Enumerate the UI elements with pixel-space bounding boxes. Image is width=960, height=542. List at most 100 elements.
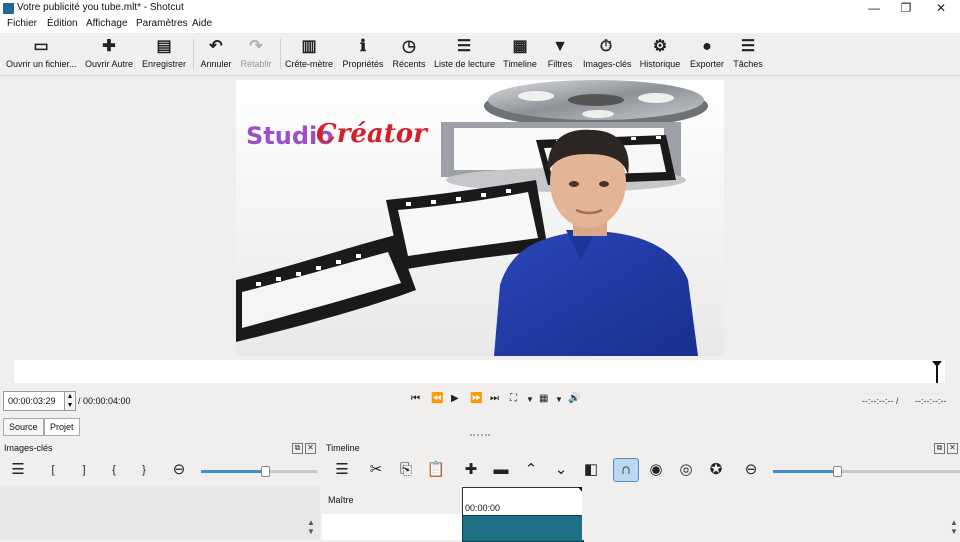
copy-icon[interactable]: ⎘ xyxy=(396,459,416,481)
float-panel-icon[interactable]: ⧉ xyxy=(292,443,303,454)
redo-button[interactable]: ↷ Rétablir xyxy=(239,37,273,69)
filter-funnel-icon: ▼ xyxy=(552,38,568,55)
playlist-icon: ☰ xyxy=(456,38,472,55)
grid-dropdown-icon[interactable]: ▼ xyxy=(555,395,563,404)
track-header xyxy=(322,514,462,540)
timeline-menu-icon[interactable]: ☰ xyxy=(332,459,352,481)
menu-affichage[interactable]: Affichage xyxy=(86,18,128,29)
peak-meter-button[interactable]: ▥ Crête-mètre xyxy=(285,37,333,69)
ripple-all-tracks-icon[interactable]: ✪ xyxy=(706,459,726,481)
recent-clock-icon: ◷ xyxy=(402,38,416,55)
preview-frame-image: Studio Créator xyxy=(236,80,724,356)
snap-magnet-icon[interactable]: ∩ xyxy=(613,458,639,482)
keyframes-panel-title: Images-clés xyxy=(4,443,53,453)
track-name-label: Maître xyxy=(328,495,354,505)
timeline-zoom-slider-handle[interactable] xyxy=(833,466,842,477)
vertical-scrollbar-arrows[interactable]: ▲ ▼ xyxy=(307,518,315,536)
keyframes-button[interactable]: ⏱ Images-clés xyxy=(583,37,632,69)
jobs-button[interactable]: ☰ Tâches xyxy=(733,37,763,69)
timeline-ruler[interactable]: 00:00:00 xyxy=(462,487,584,516)
scrubber-bar[interactable] xyxy=(14,360,945,383)
peak-meter-icon: ▥ xyxy=(301,38,317,55)
tab-source[interactable]: Source xyxy=(3,418,44,436)
skip-to-start-button[interactable]: ⏮ xyxy=(411,393,420,404)
jobs-database-icon: ☰ xyxy=(740,38,756,55)
menu-bar: Fichier Édition Affichage Paramètres Aid… xyxy=(0,17,960,33)
export-disc-icon: ● xyxy=(702,38,712,55)
close-panel-icon[interactable]: ✕ xyxy=(305,443,316,454)
set-filter-out-button[interactable]: } xyxy=(137,459,151,481)
menu-parametres[interactable]: Paramètres xyxy=(136,18,188,29)
ruler-time-label: 00:00:00 xyxy=(465,503,501,513)
tab-project[interactable]: Projet xyxy=(44,418,80,436)
menu-edition[interactable]: Édition xyxy=(47,18,78,29)
play-button[interactable]: ▶ xyxy=(451,393,459,404)
skip-to-end-button[interactable]: ⏭ xyxy=(490,393,499,404)
minimize-button[interactable]: — xyxy=(858,0,890,17)
history-icon: ⚙ xyxy=(652,38,668,55)
ripple-icon[interactable]: ◎ xyxy=(676,459,696,481)
zoom-out-icon[interactable]: ⊖ xyxy=(168,459,190,481)
open-file-button[interactable]: ▭ Ouvrir un fichier... xyxy=(6,37,77,69)
timeline-zoom-slider-fill xyxy=(773,470,837,473)
rewind-button[interactable]: ⏪ xyxy=(431,393,443,404)
playhead-marker[interactable] xyxy=(930,360,944,384)
float-panel-icon[interactable]: ⧉ xyxy=(934,443,945,454)
timeline-zoom-slider-track xyxy=(837,470,960,473)
out-point-label: --:--:--:-- xyxy=(915,396,947,406)
remove-icon[interactable]: ▬ xyxy=(491,459,511,481)
menu-fichier[interactable]: Fichier xyxy=(7,18,37,29)
menu-aide[interactable]: Aide xyxy=(192,18,212,29)
master-track-header: Maître xyxy=(322,487,462,513)
close-panel-icon[interactable]: ✕ xyxy=(947,443,958,454)
keyframes-zoom-slider-handle[interactable] xyxy=(261,466,270,477)
video-preview[interactable]: Studio Créator xyxy=(236,80,724,356)
timeline-panel-title: Timeline xyxy=(326,443,360,453)
properties-button[interactable]: ℹ Propriétés xyxy=(342,37,384,69)
paste-icon[interactable]: 📋 xyxy=(426,459,446,481)
history-button[interactable]: ⚙ Historique xyxy=(639,37,681,69)
redo-icon: ↷ xyxy=(249,38,263,55)
timeline-empty-area[interactable] xyxy=(582,487,948,540)
undo-button[interactable]: ↶ Annuler xyxy=(199,37,233,69)
splitter-handle[interactable] xyxy=(470,434,490,436)
overwrite-icon[interactable]: ⌄ xyxy=(551,459,571,481)
main-toolbar: ▭ Ouvrir un fichier... ✚ Ouvrir Autre ▤ … xyxy=(0,33,960,76)
timecode-spinner[interactable]: ▲ ▼ xyxy=(64,391,76,411)
export-button[interactable]: ● Exporter xyxy=(690,37,724,69)
duration-label: / 00:00:04:00 xyxy=(78,396,131,406)
fast-forward-button[interactable]: ⏩ xyxy=(470,393,482,404)
set-filter-in-button[interactable]: { xyxy=(107,459,121,481)
toolbar-separator xyxy=(193,39,194,69)
window-title: Votre publicité you tube.mlt* - Shotcut xyxy=(17,2,184,13)
volume-icon[interactable]: 🔊 xyxy=(568,393,580,404)
video-clip[interactable] xyxy=(462,515,584,542)
keyframes-menu-button[interactable]: ☰ xyxy=(8,459,28,481)
timeline-icon: ▦ xyxy=(512,38,528,55)
split-icon[interactable]: ◧ xyxy=(581,459,601,481)
zoom-fit-button[interactable]: ⛶ xyxy=(510,393,517,404)
open-other-button[interactable]: ✚ Ouvrir Autre xyxy=(84,37,134,69)
set-in-button[interactable]: [ xyxy=(46,459,60,481)
append-icon[interactable]: ✚ xyxy=(461,459,481,481)
recent-button[interactable]: ◷ Récents xyxy=(392,37,426,69)
save-icon: ▤ xyxy=(156,38,172,55)
close-button[interactable]: ✕ xyxy=(925,0,957,17)
keyframes-stopwatch-icon: ⏱ xyxy=(599,38,613,55)
lift-icon[interactable]: ⌃ xyxy=(521,459,541,481)
playlist-button[interactable]: ☰ Liste de lecture xyxy=(434,37,495,69)
timeline-scrollbar-arrows[interactable]: ▲ ▼ xyxy=(950,518,958,536)
save-button[interactable]: ▤ Enregistrer xyxy=(141,37,187,69)
open-other-icon: ✚ xyxy=(102,38,116,55)
filters-button[interactable]: ▼ Filtres xyxy=(546,37,574,69)
timeline-button[interactable]: ▦ Timeline xyxy=(502,37,538,69)
timeline-zoom-out-icon[interactable]: ⊖ xyxy=(740,459,762,481)
scrub-while-dragging-icon[interactable]: ◉ xyxy=(646,459,666,481)
grid-button[interactable]: ▦ xyxy=(539,393,548,404)
restore-button[interactable]: ❐ xyxy=(890,0,922,17)
zoom-dropdown-icon[interactable]: ▼ xyxy=(526,395,534,404)
position-timecode-field[interactable]: 00:00:03:29 xyxy=(3,391,69,411)
cut-icon[interactable]: ✂ xyxy=(366,459,386,481)
set-out-button[interactable]: ] xyxy=(77,459,91,481)
title-bar: Votre publicité you tube.mlt* - Shotcut … xyxy=(0,0,960,17)
